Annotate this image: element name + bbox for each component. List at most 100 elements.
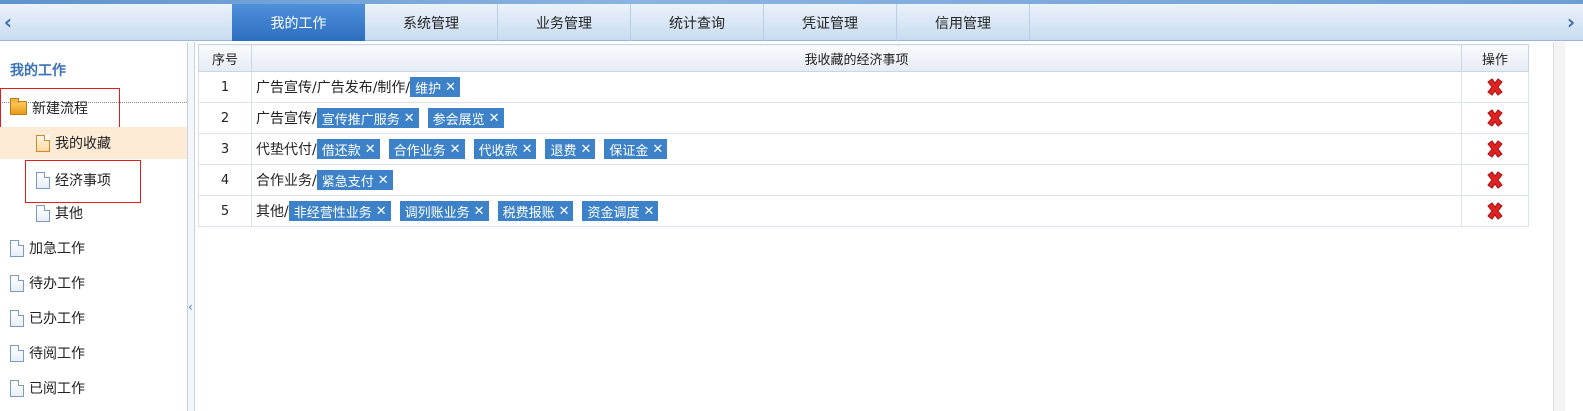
row-operation-cell: [1461, 102, 1529, 134]
item-tag: 资金调度 ✕: [582, 201, 659, 221]
document-icon: [10, 239, 24, 257]
table-row: 2 广告宣传/宣传推广服务 ✕ 参会展览 ✕: [198, 102, 1529, 134]
remove-tag-icon[interactable]: ✕: [378, 173, 389, 188]
item-tag-label: 合作业务: [393, 143, 446, 159]
item-tag: 保证金 ✕: [604, 139, 668, 159]
item-tag: 宣传推广服务 ✕: [316, 108, 419, 128]
item-tag: 合作业务 ✕: [388, 139, 465, 159]
item-tag-label: 紧急支付: [321, 174, 374, 190]
sidebar-item-other[interactable]: 其他: [36, 197, 136, 229]
category-path: 其他/: [256, 204, 289, 220]
remove-tag-icon[interactable]: ✕: [489, 111, 500, 126]
table-row: 4 合作业务/紧急支付 ✕: [198, 164, 1529, 196]
tab-statistics-query[interactable]: 统计查询: [631, 4, 764, 41]
table-row: 3 代垫代付/借还款 ✕ 合作业务 ✕ 代收款 ✕ 退费 ✕ 保证金 ✕: [198, 133, 1529, 165]
vertical-scrollbar[interactable]: [1553, 42, 1565, 411]
sidebar-item-read-work[interactable]: 已阅工作: [10, 372, 160, 404]
remove-tag-icon[interactable]: ✕: [376, 204, 387, 219]
nav-scroll-right-icon[interactable]: ›: [1563, 8, 1579, 36]
table-body: 1 广告宣传/广告发布/制作/维护 ✕ 2 广告宣传/宣传推广服务 ✕ 参会展览 ✕ 3 代垫代付…: [198, 71, 1529, 227]
table-header-row: 序号 我收藏的经济事项 操作: [198, 44, 1529, 72]
item-tag-label: 宣传推广服务: [321, 112, 400, 128]
row-number: 1: [198, 71, 252, 103]
top-nav-bar: ‹ 我的工作 系统管理 业务管理 统计查询 凭证管理 信用管理 ›: [0, 0, 1583, 41]
sidebar-item-label: 已办工作: [29, 311, 85, 327]
item-tag: 维护 ✕: [410, 77, 461, 97]
remove-tag-icon[interactable]: ✕: [365, 142, 376, 157]
remove-tag-icon[interactable]: ✕: [644, 204, 655, 219]
delete-icon[interactable]: [1484, 138, 1506, 160]
tab-system-management[interactable]: 系统管理: [365, 4, 498, 41]
category-path: 广告宣传/广告发布/制作/: [256, 80, 411, 96]
row-number: 4: [198, 164, 252, 196]
sidebar-item-label: 待办工作: [29, 276, 85, 292]
item-tag-label: 非经营性业务: [293, 205, 372, 221]
tab-voucher-management[interactable]: 凭证管理: [764, 4, 897, 41]
sidebar-item-label: 已阅工作: [29, 381, 85, 397]
item-tag: 退费 ✕: [545, 139, 596, 159]
delete-icon[interactable]: [1484, 76, 1506, 98]
item-tag-label: 维护: [415, 81, 442, 97]
item-tag-label: 资金调度: [587, 205, 640, 221]
sidebar-splitter[interactable]: ‹: [187, 42, 195, 411]
column-header-op: 操作: [1461, 44, 1529, 72]
document-icon: [36, 204, 50, 222]
row-operation-cell: [1461, 195, 1529, 227]
remove-tag-icon[interactable]: ✕: [522, 142, 533, 157]
remove-tag-icon[interactable]: ✕: [404, 111, 415, 126]
sidebar-item-label: 其他: [55, 206, 83, 222]
tab-my-work[interactable]: 我的工作: [232, 4, 365, 41]
item-tag-label: 税费报账: [502, 205, 555, 221]
item-tag: 借还款 ✕: [316, 139, 380, 159]
table-row: 1 广告宣传/广告发布/制作/维护 ✕: [198, 71, 1529, 103]
nav-scroll-left-icon[interactable]: ‹: [0, 8, 16, 36]
item-tag: 参会展览 ✕: [427, 108, 504, 128]
sidebar: 我的工作 新建流程 我的收藏 经济事项 其他 加急工作 待办工作 已办工作 待阅…: [0, 42, 187, 411]
remove-tag-icon[interactable]: ✕: [474, 204, 485, 219]
item-tag-label: 代收款: [478, 143, 518, 159]
remove-tag-icon[interactable]: ✕: [652, 142, 663, 157]
sidebar-item-my-favorites[interactable]: 我的收藏: [0, 127, 187, 159]
tab-business-management[interactable]: 业务管理: [498, 4, 631, 41]
delete-icon[interactable]: [1484, 169, 1506, 191]
sidebar-item-to-read-work[interactable]: 待阅工作: [10, 337, 160, 369]
tab-credit-management[interactable]: 信用管理: [897, 4, 1030, 41]
item-tag: 调列账业务 ✕: [399, 201, 489, 221]
main-tabs: 我的工作 系统管理 业务管理 统计查询 凭证管理 信用管理: [232, 4, 1030, 41]
remove-tag-icon[interactable]: ✕: [445, 80, 456, 95]
favorites-table: 序号 我收藏的经济事项 操作 1 广告宣传/广告发布/制作/维护 ✕ 2 广告宣传/宣传…: [198, 44, 1529, 227]
document-icon: [36, 134, 50, 152]
row-operation-cell: [1461, 71, 1529, 103]
sidebar-title: 我的工作: [10, 63, 66, 79]
row-number: 2: [198, 102, 252, 134]
document-icon: [10, 274, 24, 292]
item-tag: 税费报账 ✕: [497, 201, 574, 221]
row-number: 5: [198, 195, 252, 227]
item-tag-label: 调列账业务: [404, 205, 470, 221]
row-operation-cell: [1461, 133, 1529, 165]
category-path: 合作业务/: [256, 173, 317, 189]
document-icon: [10, 379, 24, 397]
item-tag: 代收款 ✕: [473, 139, 537, 159]
table-row: 5 其他/非经营性业务 ✕ 调列账业务 ✕ 税费报账 ✕ 资金调度 ✕: [198, 195, 1529, 227]
sidebar-item-urgent-work[interactable]: 加急工作: [10, 232, 160, 264]
item-tag: 非经营性业务 ✕: [288, 201, 391, 221]
remove-tag-icon[interactable]: ✕: [450, 142, 461, 157]
row-items-cell: 代垫代付/借还款 ✕ 合作业务 ✕ 代收款 ✕ 退费 ✕ 保证金 ✕: [251, 133, 1462, 165]
item-tag: 紧急支付 ✕: [316, 170, 393, 190]
delete-icon[interactable]: [1484, 200, 1506, 222]
remove-tag-icon[interactable]: ✕: [559, 204, 570, 219]
item-tag-label: 借还款: [321, 143, 361, 159]
item-tag-label: 参会展览: [432, 112, 485, 128]
sidebar-item-label: 加急工作: [29, 241, 85, 257]
delete-icon[interactable]: [1484, 107, 1506, 129]
remove-tag-icon[interactable]: ✕: [581, 142, 592, 157]
sidebar-item-todo-work[interactable]: 待办工作: [10, 267, 160, 299]
item-tag-label: 退费: [550, 143, 577, 159]
document-icon: [10, 344, 24, 362]
collapse-sidebar-icon[interactable]: ‹: [188, 300, 193, 314]
sidebar-item-label: 待阅工作: [29, 346, 85, 362]
sidebar-item-done-work[interactable]: 已办工作: [10, 302, 160, 334]
document-icon: [10, 309, 24, 327]
row-items-cell: 广告宣传/宣传推广服务 ✕ 参会展览 ✕: [251, 102, 1462, 134]
